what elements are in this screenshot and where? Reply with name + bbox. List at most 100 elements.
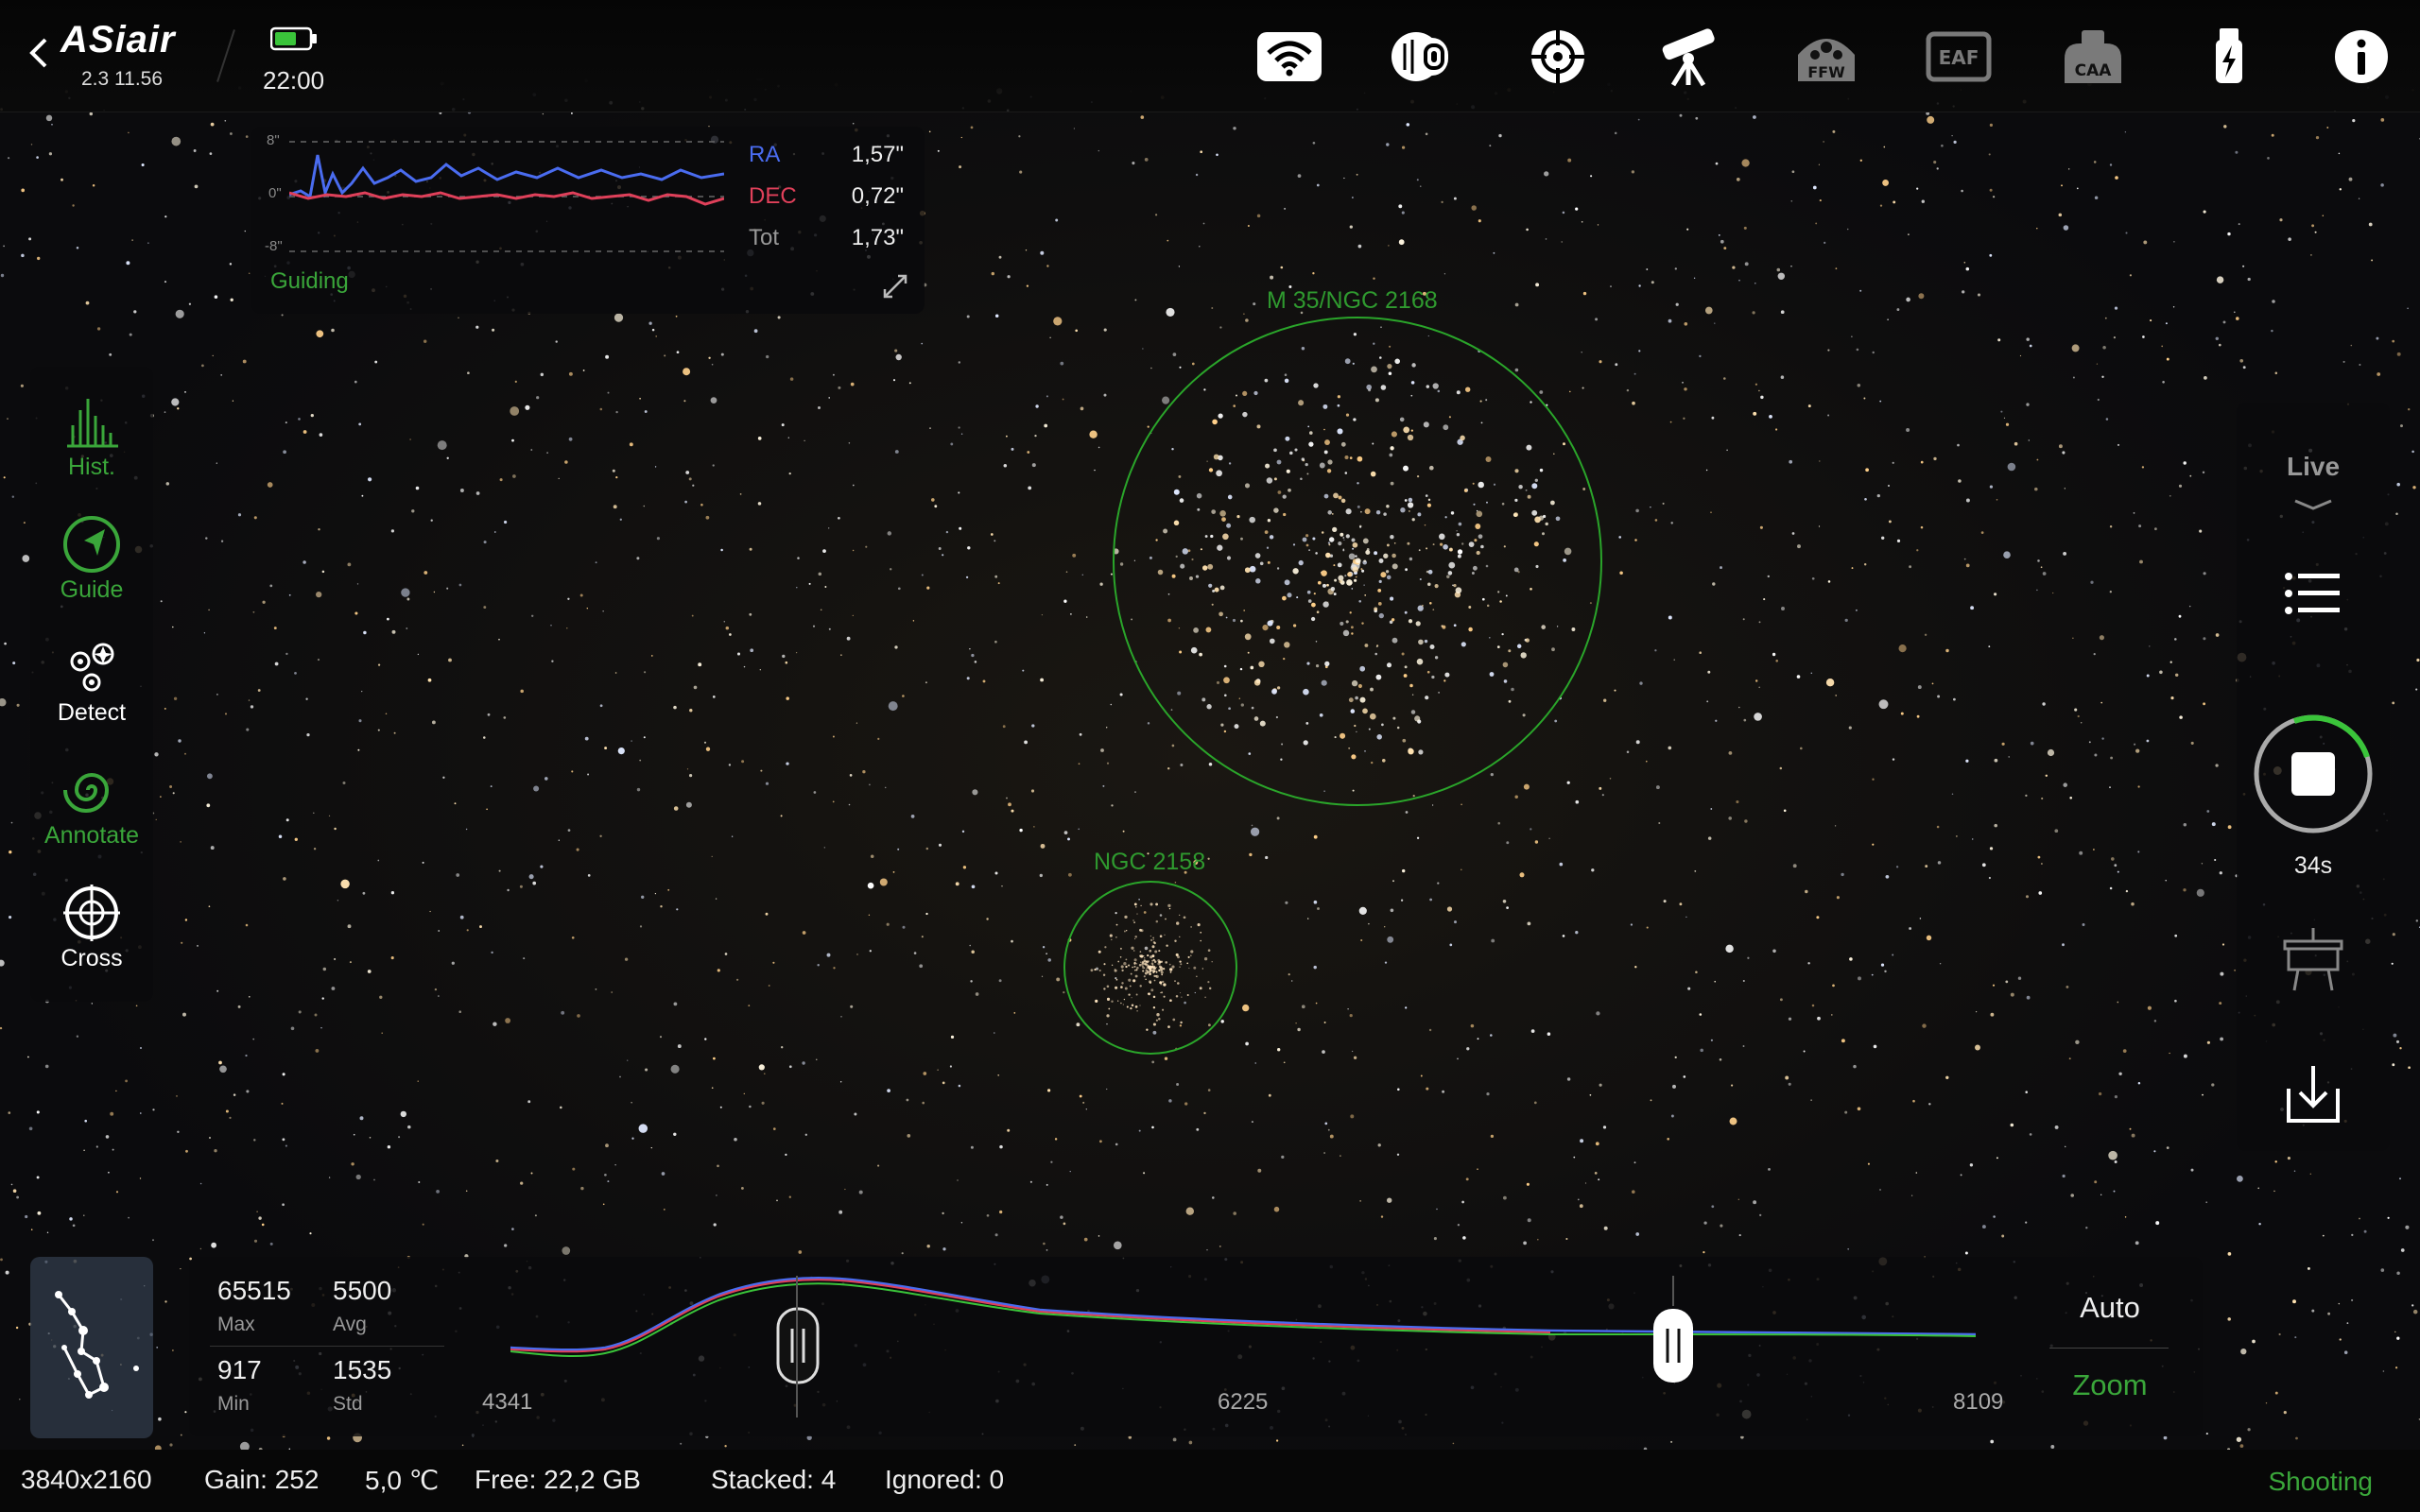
star [974, 661, 977, 663]
star [1207, 1023, 1211, 1027]
star [930, 498, 935, 502]
guide-scope-icon[interactable] [1524, 26, 1592, 87]
star [643, 736, 646, 739]
star [2363, 1229, 2367, 1233]
star [184, 752, 186, 755]
star [1292, 568, 1299, 575]
info-icon[interactable] [2327, 26, 2395, 87]
hist-tool[interactable]: Hist. [30, 386, 153, 499]
annotate-tool[interactable]: Annotate [30, 754, 153, 868]
star [46, 1231, 49, 1234]
star [673, 1002, 678, 1006]
star [1989, 485, 1994, 489]
download-icon[interactable] [2275, 1057, 2351, 1132]
detect-tool[interactable]: Detect [30, 631, 153, 745]
zoom-button[interactable]: Zoom [2044, 1368, 2176, 1402]
star [997, 582, 1000, 585]
star [1174, 980, 1176, 982]
star [459, 489, 464, 492]
star [2058, 213, 2063, 217]
star [1214, 587, 1219, 593]
star [417, 1080, 419, 1082]
caa-icon[interactable]: CAA [2059, 26, 2127, 87]
cross-tool[interactable]: Cross [30, 877, 153, 990]
star [2387, 1216, 2390, 1219]
star [584, 736, 589, 741]
star [1619, 571, 1623, 576]
star [1392, 880, 1394, 883]
star [2114, 1095, 2118, 1099]
star [1316, 183, 1320, 187]
star [1989, 123, 1993, 127]
star [285, 421, 287, 424]
star [1172, 352, 1177, 356]
telescope-mount-icon[interactable] [1656, 26, 1724, 87]
expand-icon[interactable] [881, 272, 909, 301]
star [1421, 604, 1424, 607]
guiding-graph-panel[interactable]: 8" 0" -8" Guiding RA 1,57" DEC 0,72" Tot… [251, 127, 925, 314]
camera-icon[interactable] [1388, 26, 1456, 87]
star [713, 1057, 716, 1060]
star [290, 1026, 295, 1031]
star [313, 848, 317, 850]
star [1454, 920, 1457, 924]
auto-stretch-button[interactable]: Auto [2044, 1291, 2176, 1325]
focuser-icon[interactable]: EAF [1925, 26, 1993, 87]
star [2271, 133, 2274, 137]
star [1115, 936, 1117, 938]
star [2274, 1160, 2277, 1163]
usb-power-icon[interactable] [2195, 26, 2263, 87]
star [109, 352, 112, 356]
star [1992, 196, 1996, 198]
chevron-down-icon[interactable] [2291, 497, 2335, 512]
star [492, 328, 495, 332]
sky-map-thumbnail[interactable] [30, 1257, 153, 1438]
star [1361, 569, 1365, 573]
guide-tool[interactable]: Guide [30, 508, 153, 622]
white-point-slider[interactable] [1651, 1306, 1696, 1385]
star [1975, 1044, 1980, 1051]
star [2146, 739, 2150, 743]
star [1115, 978, 1118, 981]
stop-button[interactable] [2252, 713, 2375, 835]
filter-wheel-icon[interactable]: FFW [1792, 26, 1860, 87]
star [1775, 660, 1778, 662]
star [1270, 275, 1274, 280]
star [627, 1059, 629, 1061]
star [1351, 632, 1354, 635]
star [1810, 672, 1813, 675]
star [1080, 406, 1084, 411]
star [1189, 954, 1192, 957]
star [1244, 567, 1251, 574]
star [1171, 574, 1176, 578]
star [712, 696, 716, 698]
stack-clear-icon[interactable] [2275, 924, 2351, 1000]
star [1537, 1238, 1539, 1241]
star [639, 925, 643, 928]
wifi-icon[interactable] [1255, 26, 1323, 87]
star [700, 503, 703, 507]
star [1392, 716, 1396, 720]
star [1003, 464, 1008, 468]
star [1887, 318, 1889, 320]
star [302, 430, 307, 434]
star [1132, 979, 1136, 983]
star [2220, 971, 2224, 976]
star [1029, 1180, 1032, 1183]
star [1635, 740, 1640, 745]
star [1046, 265, 1049, 267]
star [1582, 488, 1586, 490]
star [1169, 999, 1172, 1003]
star [1994, 823, 1997, 828]
star [852, 484, 855, 487]
black-point-slider[interactable] [775, 1306, 821, 1385]
star [1180, 963, 1183, 966]
mode-selector[interactable]: Live [2237, 452, 2390, 482]
back-chevron-icon[interactable] [25, 32, 51, 74]
star [1401, 652, 1405, 656]
star [1582, 387, 1584, 389]
star [2105, 418, 2109, 421]
list-icon[interactable] [2275, 556, 2351, 631]
star [673, 1132, 677, 1137]
star [1331, 513, 1334, 515]
